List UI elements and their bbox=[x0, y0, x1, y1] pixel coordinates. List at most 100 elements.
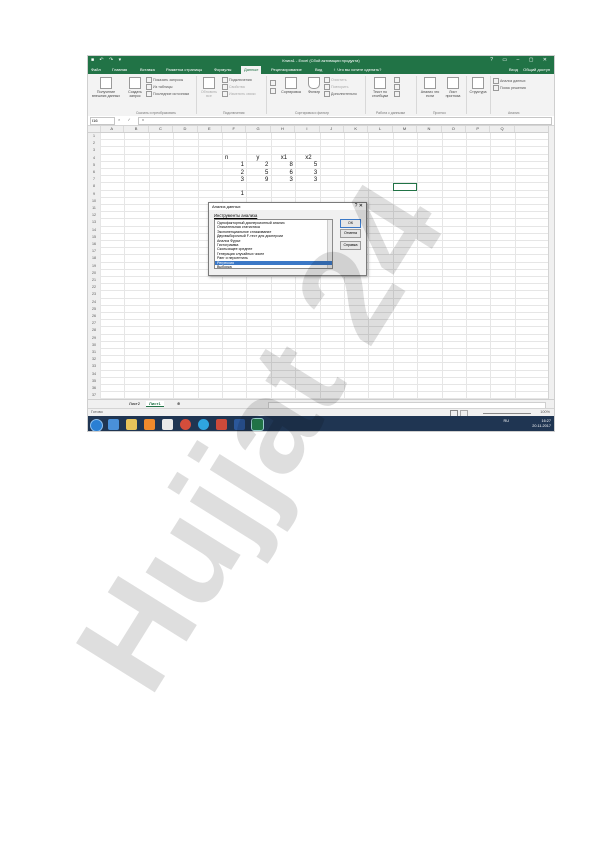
column-header-j[interactable]: J bbox=[320, 126, 344, 132]
worksheet-grid[interactable]: 1 2 3 4 5 6 7 8 9 10 11 12 13 14 15 16 17 18 19 20 21 22 23 24 2… bbox=[88, 133, 550, 431]
sort-button[interactable]: Сортировка bbox=[278, 77, 304, 94]
sheet-tab-list2[interactable]: Лист2 bbox=[126, 401, 143, 406]
tab-review[interactable]: Рецензирование bbox=[271, 67, 302, 72]
ie-icon[interactable] bbox=[108, 419, 119, 430]
cancel-button[interactable]: Отмена bbox=[340, 229, 361, 238]
text-to-columns-button[interactable]: Текст по столбцам bbox=[369, 77, 391, 98]
tab-page-layout[interactable]: Разметка страницы bbox=[166, 67, 202, 72]
formula-input[interactable] bbox=[138, 117, 552, 125]
table-cell[interactable]: 5 bbox=[297, 162, 317, 168]
column-header-a[interactable]: A bbox=[100, 126, 125, 132]
data-analysis-button[interactable]: Анализ данных bbox=[493, 78, 526, 84]
chrome-icon[interactable] bbox=[180, 419, 191, 430]
tab-data[interactable]: Данные bbox=[241, 66, 262, 74]
table-header-cell[interactable]: n bbox=[225, 155, 228, 161]
tab-view[interactable]: Вид bbox=[315, 67, 322, 72]
new-query-button[interactable]: Создать запрос bbox=[126, 77, 144, 98]
tell-me-search[interactable]: ♀ Что вы хотите сделать? bbox=[333, 67, 381, 72]
analysis-tool-item[interactable]: Регрессия bbox=[215, 260, 332, 265]
column-header-k[interactable]: K bbox=[344, 126, 369, 132]
get-external-data-button[interactable]: Получение внешних данных bbox=[91, 77, 121, 98]
remove-duplicates-button[interactable] bbox=[394, 84, 401, 90]
recent-sources-button[interactable]: Последние источники bbox=[146, 91, 189, 97]
column-header-h[interactable]: H bbox=[271, 126, 296, 132]
table-cell[interactable]: 6 bbox=[273, 170, 292, 176]
column-header-i[interactable]: I bbox=[295, 126, 320, 132]
table-cell[interactable]: 3 bbox=[297, 170, 317, 176]
solver-button[interactable]: Поиск решения bbox=[493, 85, 526, 91]
edit-links-button[interactable]: Изменить связи bbox=[222, 91, 255, 97]
column-header-q[interactable]: Q bbox=[490, 126, 515, 132]
table-header-cell[interactable]: x1 bbox=[281, 155, 287, 161]
column-header-e[interactable]: E bbox=[198, 126, 222, 132]
table-cell[interactable]: 9 bbox=[248, 177, 268, 183]
excel-icon[interactable] bbox=[251, 418, 264, 431]
tab-file[interactable]: Файл bbox=[91, 67, 101, 72]
get-external-label: Получение внешних данных bbox=[91, 90, 120, 98]
language-indicator[interactable]: RU bbox=[504, 419, 509, 424]
outline-button[interactable]: Структура bbox=[469, 77, 487, 94]
telegram-icon[interactable] bbox=[198, 419, 209, 430]
zoom-slider[interactable] bbox=[483, 413, 531, 414]
forecast-sheet-button[interactable]: Лист прогноза bbox=[443, 77, 463, 98]
tab-insert[interactable]: Вставка bbox=[140, 67, 155, 72]
filter-button[interactable]: Фильтр bbox=[306, 77, 322, 94]
table-cell[interactable]: 3 bbox=[297, 177, 317, 183]
explorer-icon[interactable] bbox=[126, 419, 137, 430]
what-if-icon bbox=[424, 77, 436, 89]
table-cell[interactable]: 2 bbox=[248, 162, 268, 168]
name-box[interactable]: I16 bbox=[90, 117, 115, 125]
table-cell[interactable]: 3 bbox=[224, 177, 244, 183]
column-header-f[interactable]: F bbox=[222, 126, 247, 132]
table-cell[interactable]: 8 bbox=[273, 162, 292, 168]
start-button-icon[interactable] bbox=[90, 419, 103, 431]
tab-formulas[interactable]: Формулы bbox=[214, 67, 231, 72]
connections-button[interactable]: Подключения bbox=[222, 77, 252, 83]
clear-filter-button[interactable]: Очистить bbox=[324, 77, 347, 83]
yandex-icon[interactable] bbox=[216, 419, 227, 430]
table-cell[interactable]: 1 bbox=[224, 162, 244, 168]
column-header-n[interactable]: N bbox=[417, 126, 442, 132]
advanced-filter-button[interactable]: Дополнительно bbox=[324, 91, 357, 97]
table-cell[interactable]: 3 bbox=[273, 177, 292, 183]
show-queries-button[interactable]: Показать запросы bbox=[146, 77, 183, 83]
table-cell[interactable]: 1 bbox=[224, 191, 244, 197]
flash-fill-button[interactable] bbox=[394, 77, 401, 83]
sheet-tab-list1[interactable]: Лист1 bbox=[146, 401, 164, 407]
column-header-g[interactable]: G bbox=[246, 126, 271, 132]
properties-button[interactable]: Свойства bbox=[222, 84, 245, 90]
table-cell[interactable]: 5 bbox=[248, 170, 268, 176]
what-if-button[interactable]: Анализ что если bbox=[420, 77, 440, 98]
analysis-tools-list[interactable]: Однофакторный дисперсионный анализ Описат… bbox=[214, 219, 333, 269]
sort-az-button[interactable] bbox=[270, 80, 277, 86]
media-player-icon[interactable] bbox=[144, 419, 155, 430]
add-sheet-icon[interactable]: ⊕ bbox=[174, 401, 183, 406]
data-validation-button[interactable] bbox=[394, 91, 401, 97]
window-controls[interactable]: ? ▭ – ▢ ✕ bbox=[490, 57, 551, 63]
paint-icon[interactable] bbox=[162, 419, 173, 430]
active-cell-selection[interactable] bbox=[392, 182, 418, 192]
sort-za-button[interactable] bbox=[270, 88, 277, 94]
help-button[interactable]: Справка bbox=[340, 241, 361, 250]
column-header-b[interactable]: B bbox=[124, 126, 149, 132]
column-header-d[interactable]: D bbox=[173, 126, 198, 132]
reapply-button[interactable]: Повторить bbox=[324, 84, 349, 90]
tab-home[interactable]: Главная bbox=[112, 67, 127, 72]
share-button[interactable]: Общий доступ bbox=[523, 67, 550, 72]
column-header-l[interactable]: L bbox=[368, 126, 393, 132]
analysis-tool-item[interactable]: Выборка bbox=[217, 265, 232, 268]
column-header-m[interactable]: M bbox=[393, 126, 418, 132]
dialog-close-icon[interactable]: ? ✕ bbox=[355, 203, 363, 210]
from-table-button[interactable]: Из таблицы bbox=[146, 84, 172, 90]
table-cell[interactable]: 2 bbox=[224, 170, 244, 176]
sign-in-link[interactable]: Вход bbox=[509, 67, 518, 72]
column-header-c[interactable]: C bbox=[149, 126, 174, 132]
refresh-all-button[interactable]: Обновить все bbox=[200, 77, 218, 98]
column-header-p[interactable]: P bbox=[466, 126, 491, 132]
word-icon[interactable] bbox=[234, 419, 245, 430]
ok-button[interactable]: ОК bbox=[340, 219, 361, 228]
vertical-scrollbar[interactable] bbox=[548, 126, 554, 431]
table-header-cell[interactable]: x2 bbox=[305, 155, 311, 161]
table-header-cell[interactable]: y bbox=[256, 155, 259, 161]
column-header-o[interactable]: O bbox=[442, 126, 466, 132]
